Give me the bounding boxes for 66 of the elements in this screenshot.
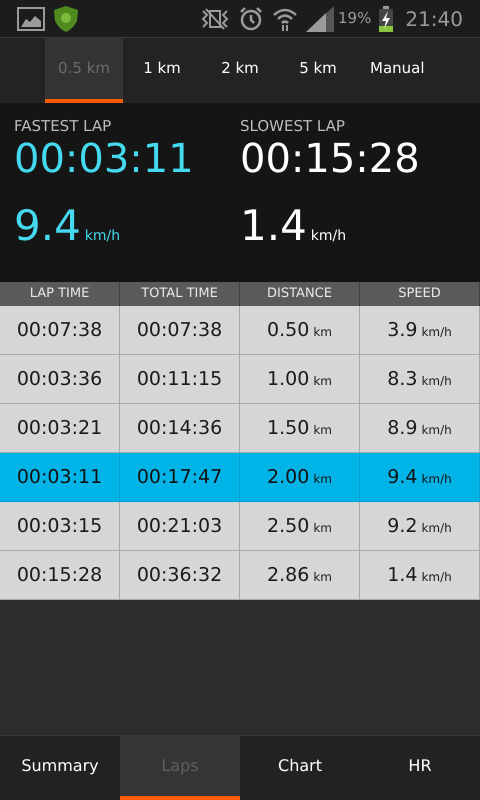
stat-label: FASTEST LAP xyxy=(14,117,112,135)
battery-percent: 19% xyxy=(338,8,372,30)
signal-icon xyxy=(306,6,334,32)
table-cell: 00:07:38 xyxy=(0,306,120,355)
interval-tab[interactable]: 5 km xyxy=(279,38,357,103)
table-cell: 00:17:47 xyxy=(120,453,240,502)
speed-value: 8.9 xyxy=(387,416,418,441)
distance-value: 2.86 xyxy=(267,562,310,588)
speed-unit: km/h xyxy=(84,227,120,246)
table-cell: 00:03:21 xyxy=(0,404,120,453)
wifi-icon xyxy=(272,6,298,32)
table-cell: 00:11:15 xyxy=(120,355,240,404)
table-cell: 00:07:38 xyxy=(120,306,240,355)
table-cell: 00:15:28 xyxy=(0,551,120,600)
lap-row[interactable]: 00:07:38 00:07:38 0.50 km 3.9 km/h xyxy=(0,306,480,355)
vibrate-mute-icon xyxy=(200,6,230,30)
shield-icon xyxy=(53,4,79,32)
interval-tab[interactable]: 2 km xyxy=(201,38,279,103)
table-cell: 00:03:15 xyxy=(0,502,120,551)
bottom-tab[interactable]: Chart xyxy=(240,736,360,800)
distance-value: 1.00 xyxy=(267,366,310,392)
distance-unit: km xyxy=(313,471,332,488)
lap-row[interactable]: 00:03:36 00:11:15 1.00 km 8.3 km/h xyxy=(0,355,480,404)
speed-unit: km/h xyxy=(310,227,346,246)
clock: 21:40 xyxy=(405,6,463,32)
distance-value: 0.50 xyxy=(267,318,310,343)
table-cell: 00:36:32 xyxy=(120,551,240,600)
table-cell: 00:21:03 xyxy=(120,502,240,551)
distance-unit: km xyxy=(313,373,332,390)
distance-value: 1.50 xyxy=(267,416,310,441)
image-icon xyxy=(17,6,45,30)
speed-unit: km/h xyxy=(421,422,452,439)
distance-value: 2.00 xyxy=(267,464,310,490)
interval-tab[interactable]: 1 km xyxy=(123,38,201,103)
battery-charging-icon xyxy=(379,6,394,32)
speed-unit: km/h xyxy=(421,471,452,488)
table-cell: 00:03:11 xyxy=(0,453,120,502)
lap-row[interactable]: 00:03:11 00:17:47 2.00 km 9.4 km/h xyxy=(0,453,480,502)
distance-unit: km xyxy=(313,520,332,537)
speed-unit: km/h xyxy=(421,324,452,341)
table-cell: 00:14:36 xyxy=(120,404,240,453)
speed-unit: km/h xyxy=(421,373,452,390)
lap-row[interactable]: 00:15:28 00:36:32 2.86 km 1.4 km/h xyxy=(0,551,480,600)
speed-value: 8.3 xyxy=(387,366,418,392)
alarm-icon xyxy=(238,6,264,32)
speed-value: 1.4 xyxy=(387,562,418,588)
lap-time: 00:15:28 xyxy=(240,135,421,183)
lap-row[interactable]: 00:03:15 00:21:03 2.50 km 9.2 km/h xyxy=(0,502,480,551)
table-cell: 00:03:36 xyxy=(0,355,120,404)
lap-row[interactable]: 00:03:21 00:14:36 1.50 km 8.9 km/h xyxy=(0,404,480,453)
distance-unit: km xyxy=(313,569,332,586)
speed-unit: km/h xyxy=(421,569,452,586)
distance-unit: km xyxy=(313,422,332,439)
interval-tab[interactable]: Manual xyxy=(357,38,438,103)
speed-value: 9.2 xyxy=(387,514,418,539)
distance-value: 2.50 xyxy=(267,514,310,539)
bottom-tab[interactable]: Summary xyxy=(0,736,120,800)
speed-value: 9.4 xyxy=(387,464,418,490)
lap-speed: 1.4 xyxy=(240,201,307,251)
lap-time: 00:03:11 xyxy=(14,135,195,183)
speed-value: 3.9 xyxy=(387,318,418,343)
bottom-tab[interactable]: HR xyxy=(360,736,480,800)
lap-speed: 9.4 xyxy=(14,201,81,251)
distance-unit: km xyxy=(313,324,332,341)
stat-label: SLOWEST LAP xyxy=(240,117,346,135)
speed-unit: km/h xyxy=(421,520,452,537)
